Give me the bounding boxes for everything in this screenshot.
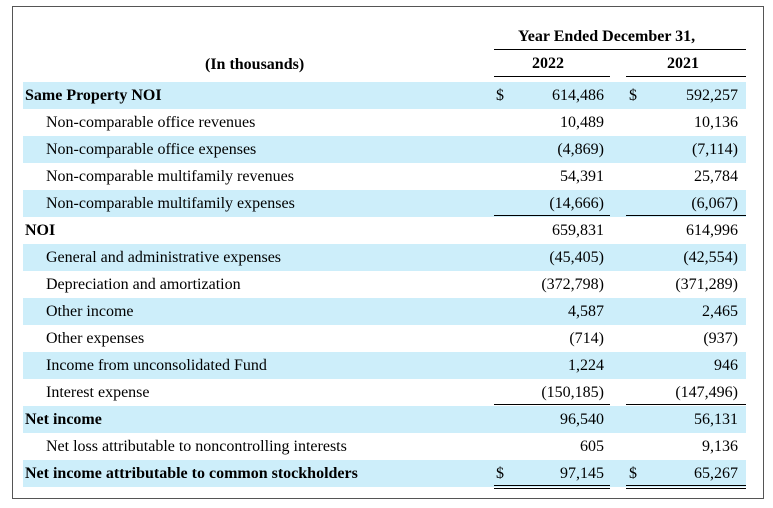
value-2021: 614,996: [686, 222, 738, 239]
value-2021: 2,465: [702, 303, 738, 320]
col-header-2021: 2021: [667, 55, 699, 72]
subtotal-rule-2021: [626, 215, 746, 216]
table-row: Non-comparable office revenues 10,489 10,1…: [23, 109, 746, 136]
row-label: General and administrative expenses: [46, 249, 282, 266]
row-label: Same Property NOI: [25, 87, 162, 104]
value-2022: (4,869): [557, 141, 604, 158]
dollar-sign-2022: $: [496, 465, 504, 482]
table-row: General and administrative expenses (45,4…: [23, 244, 746, 271]
value-2021: (937): [703, 330, 738, 347]
row-label: Depreciation and amortization: [46, 276, 241, 293]
value-2022: (714): [569, 330, 604, 347]
value-2021: (6,067): [691, 195, 738, 212]
subtotal-rule-2022: [494, 404, 610, 405]
table-row: Non-comparable office expenses (4,869) (7,…: [23, 136, 746, 163]
total-double-rule-2022: [494, 488, 610, 489]
col-header-2022: 2022: [532, 55, 564, 72]
row-label: Non-comparable multifamily expenses: [46, 195, 295, 212]
value-2022: (14,666): [549, 195, 604, 212]
subtotal-rule-2022: [494, 215, 610, 216]
value-2022: 4,587: [568, 303, 604, 320]
year-header-rule: [494, 49, 746, 50]
table-row: Income from unconsolidated Fund 1,224 946: [23, 352, 746, 379]
row-label: NOI: [25, 222, 56, 239]
table-row: NOI 659,831 614,996: [23, 217, 746, 244]
row-label: Other income: [46, 303, 134, 320]
value-2022: (45,405): [549, 249, 604, 266]
value-2021: 946: [714, 357, 738, 374]
table-row: Depreciation and amortization (372,798) (3…: [23, 271, 746, 298]
table-row: Interest expense (150,185) (147,496): [23, 379, 746, 406]
value-2021: (371,289): [675, 276, 738, 293]
col-2021-rule: [626, 76, 746, 77]
year-header: Year Ended December 31,: [518, 28, 696, 45]
table-row: Net income 96,540 56,131: [23, 406, 746, 433]
col-2022-rule: [494, 76, 610, 77]
value-2022: 614,486: [552, 87, 604, 104]
row-label: Net income attributable to common stockh…: [25, 465, 358, 482]
table-row: Other expenses (714) (937): [23, 325, 746, 352]
value-2021: 65,267: [694, 465, 738, 482]
value-2022: 659,831: [552, 222, 604, 239]
row-label: Non-comparable multifamily revenues: [46, 168, 294, 185]
table-row: Net loss attributable to noncontrolling …: [23, 433, 746, 460]
subtotal-rule-2021: [626, 404, 746, 405]
row-label: Net loss attributable to noncontrolling …: [46, 438, 347, 455]
value-2021: 56,131: [694, 411, 738, 428]
value-2022: 96,540: [560, 411, 604, 428]
row-label: Non-comparable office expenses: [46, 141, 257, 158]
total-rule-2022: [494, 485, 610, 486]
value-2021: 25,784: [694, 168, 738, 185]
value-2021: (147,496): [675, 384, 738, 401]
value-2022: (372,798): [541, 276, 604, 293]
units-label: (In thousands): [205, 56, 305, 73]
value-2022: 97,145: [560, 465, 604, 482]
row-label: Interest expense: [46, 384, 150, 401]
dollar-sign-2022: $: [496, 87, 504, 104]
value-2022: (150,185): [541, 384, 604, 401]
value-2022: 10,489: [560, 114, 604, 131]
row-label: Net income: [25, 411, 102, 428]
table-row: Non-comparable multifamily expenses (14,6…: [23, 190, 746, 217]
value-2021: 592,257: [686, 87, 738, 104]
table-row: Non-comparable multifamily revenues 54,39…: [23, 163, 746, 190]
dollar-sign-2021: $: [629, 465, 637, 482]
value-2022: 1,224: [568, 357, 604, 374]
dollar-sign-2021: $: [629, 87, 637, 104]
row-label: Other expenses: [46, 330, 145, 347]
value-2021: (42,554): [683, 249, 738, 266]
table-row: Net income attributable to common stockh…: [23, 460, 746, 487]
value-2022: 54,391: [560, 168, 604, 185]
total-double-rule-2021: [626, 488, 746, 489]
total-rule-2021: [626, 485, 746, 486]
value-2021: 9,136: [702, 438, 738, 455]
value-2021: (7,114): [691, 141, 738, 158]
value-2022: 605: [580, 438, 604, 455]
table-row: Other income 4,587 2,465: [23, 298, 746, 325]
row-label: Non-comparable office revenues: [46, 114, 256, 131]
row-label: Income from unconsolidated Fund: [46, 357, 267, 374]
table-row: Same Property NOI $614,486 $592,257: [23, 82, 746, 109]
value-2021: 10,136: [694, 114, 738, 131]
